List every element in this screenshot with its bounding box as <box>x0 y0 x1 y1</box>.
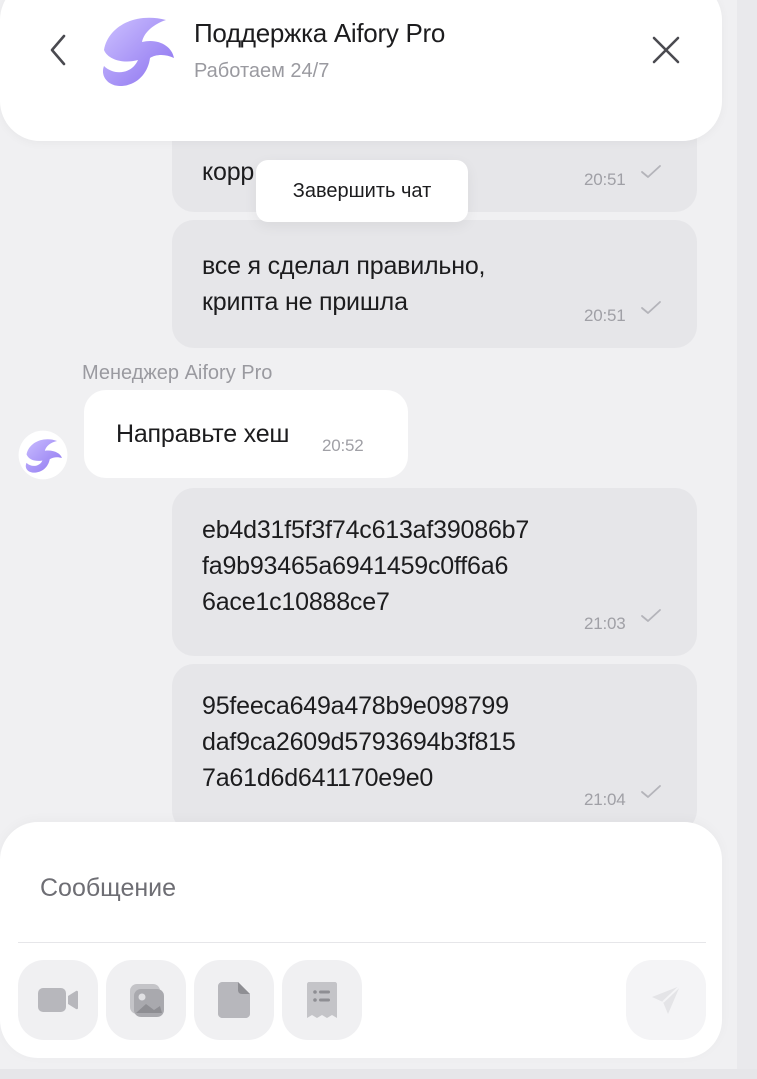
message-time: 20:51 <box>584 306 626 325</box>
message-bubble-user[interactable]: все я сделал правильно, крипта не пришла… <box>172 220 697 348</box>
chat-title: Поддержка Aifory Pro <box>194 18 446 48</box>
video-icon <box>38 988 78 1012</box>
receipt-button[interactable] <box>282 960 362 1040</box>
message-time: 21:04 <box>584 790 626 809</box>
message-bubble-manager[interactable]: Направьте хеш 20:52 <box>84 390 408 478</box>
message-time: 20:51 <box>584 170 626 189</box>
message-text: eb4d31f5f3f74c613af39086b7 fa9b93465a694… <box>202 516 530 616</box>
message-input[interactable] <box>40 866 680 910</box>
send-icon <box>652 985 681 1014</box>
chat-header: Поддержка Aifory Pro Работаем 24/7 <box>0 0 722 141</box>
video-button[interactable] <box>18 960 98 1040</box>
message-text: все я сделал правильно, крипта не пришла <box>202 252 486 316</box>
message-bubble-user[interactable]: 95feeca649a478b9e098799 daf9ca2609d57936… <box>172 664 697 832</box>
message-text: корр <box>202 158 255 186</box>
send-button[interactable] <box>626 960 706 1040</box>
end-chat-button[interactable]: Завершить чат <box>256 160 468 222</box>
receipt-icon <box>307 982 337 1018</box>
back-button[interactable] <box>38 30 78 70</box>
image-icon <box>130 984 164 1017</box>
message-time: 21:03 <box>584 614 626 633</box>
file-button[interactable] <box>194 960 274 1040</box>
support-logo <box>102 17 174 87</box>
window-bottom-edge <box>0 1069 757 1079</box>
message-composer <box>0 822 722 1058</box>
message-text: 95feeca649a478b9e098799 daf9ca2609d57936… <box>202 692 516 792</box>
sent-check-icon <box>641 165 661 178</box>
close-icon <box>652 36 680 64</box>
image-button[interactable] <box>106 960 186 1040</box>
file-icon <box>218 982 250 1018</box>
sent-check-icon <box>641 785 661 798</box>
message-bubble-user[interactable]: eb4d31f5f3f74c613af39086b7 fa9b93465a694… <box>172 488 697 656</box>
manager-avatar <box>18 430 68 480</box>
close-button[interactable] <box>646 30 686 70</box>
message-time: 20:52 <box>322 436 364 455</box>
chat-window: корр 20:51 все я сделал правильно, крипт… <box>0 0 737 1079</box>
sent-check-icon <box>641 301 661 314</box>
chevron-left-icon <box>50 34 66 66</box>
chat-status: Работаем 24/7 <box>194 60 330 82</box>
sender-name: Менеджер Aifory Pro <box>82 362 273 384</box>
window-edge <box>737 0 757 1079</box>
sent-check-icon <box>641 609 661 622</box>
message-text: Направьте хеш <box>116 420 290 448</box>
divider <box>18 942 706 943</box>
